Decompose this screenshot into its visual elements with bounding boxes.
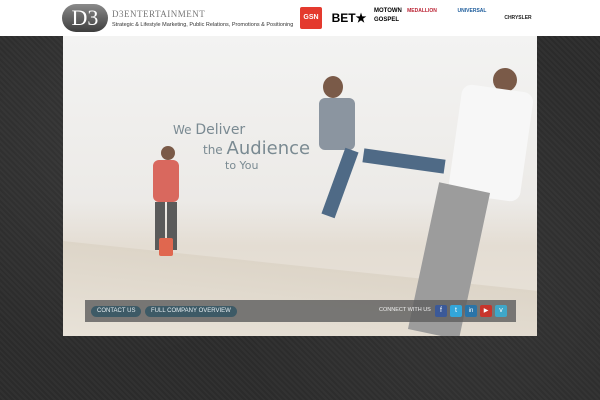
brand-name: D3ENTERTAINMENT (112, 9, 206, 19)
headline-line-2: the Audience (203, 138, 310, 159)
child-head (323, 76, 343, 98)
adult-figure (447, 83, 535, 203)
hero-image: We Deliver the Audience to You (63, 36, 537, 336)
headline-word: We (173, 123, 196, 137)
partner-logo-bet[interactable]: BET★ (331, 7, 367, 29)
red-bucket (159, 238, 173, 256)
tagline: Strategic & Lifestyle Marketing, Public … (112, 22, 294, 28)
partner-logo-medallion[interactable]: MEDALLION (404, 7, 440, 29)
linkedin-icon[interactable]: in (465, 305, 477, 317)
partner-logo-gsn[interactable]: GSN (300, 7, 322, 29)
vimeo-icon[interactable]: v (495, 305, 507, 317)
partner-logo-universal[interactable]: UNIVERSAL (455, 7, 489, 29)
connect-with-us-label: CONNECT WITH US (379, 307, 431, 313)
bottom-bar: CONTACT US FULL COMPANY OVERVIEW CONNECT… (85, 300, 516, 322)
woman-figure (153, 160, 179, 202)
child-leg (362, 148, 446, 174)
headline-line-1: We Deliver (173, 122, 245, 138)
partner-logo-chrysler[interactable]: CHRYSLER (500, 7, 536, 29)
youtube-icon[interactable]: ▶ (480, 305, 492, 317)
facebook-icon[interactable]: f (435, 305, 447, 317)
twitter-icon[interactable]: t (450, 305, 462, 317)
child-leg (321, 147, 359, 219)
headline-emphasis: Audience (226, 138, 311, 159)
full-company-overview-button[interactable]: FULL COMPANY OVERVIEW (145, 306, 237, 317)
headline-word: the (203, 143, 227, 157)
contact-us-button[interactable]: CONTACT US (91, 306, 142, 317)
site-header: D3 D3ENTERTAINMENT Strategic & Lifestyle… (0, 0, 600, 36)
child-figure (319, 98, 355, 150)
woman-head (161, 146, 175, 160)
partner-logo-motown-gospel[interactable]: MOTOWN GOSPEL (374, 7, 402, 29)
d3-logo[interactable]: D3 (62, 4, 108, 32)
headline-emphasis: Deliver (195, 122, 246, 138)
headline-line-3: to You (225, 159, 259, 172)
